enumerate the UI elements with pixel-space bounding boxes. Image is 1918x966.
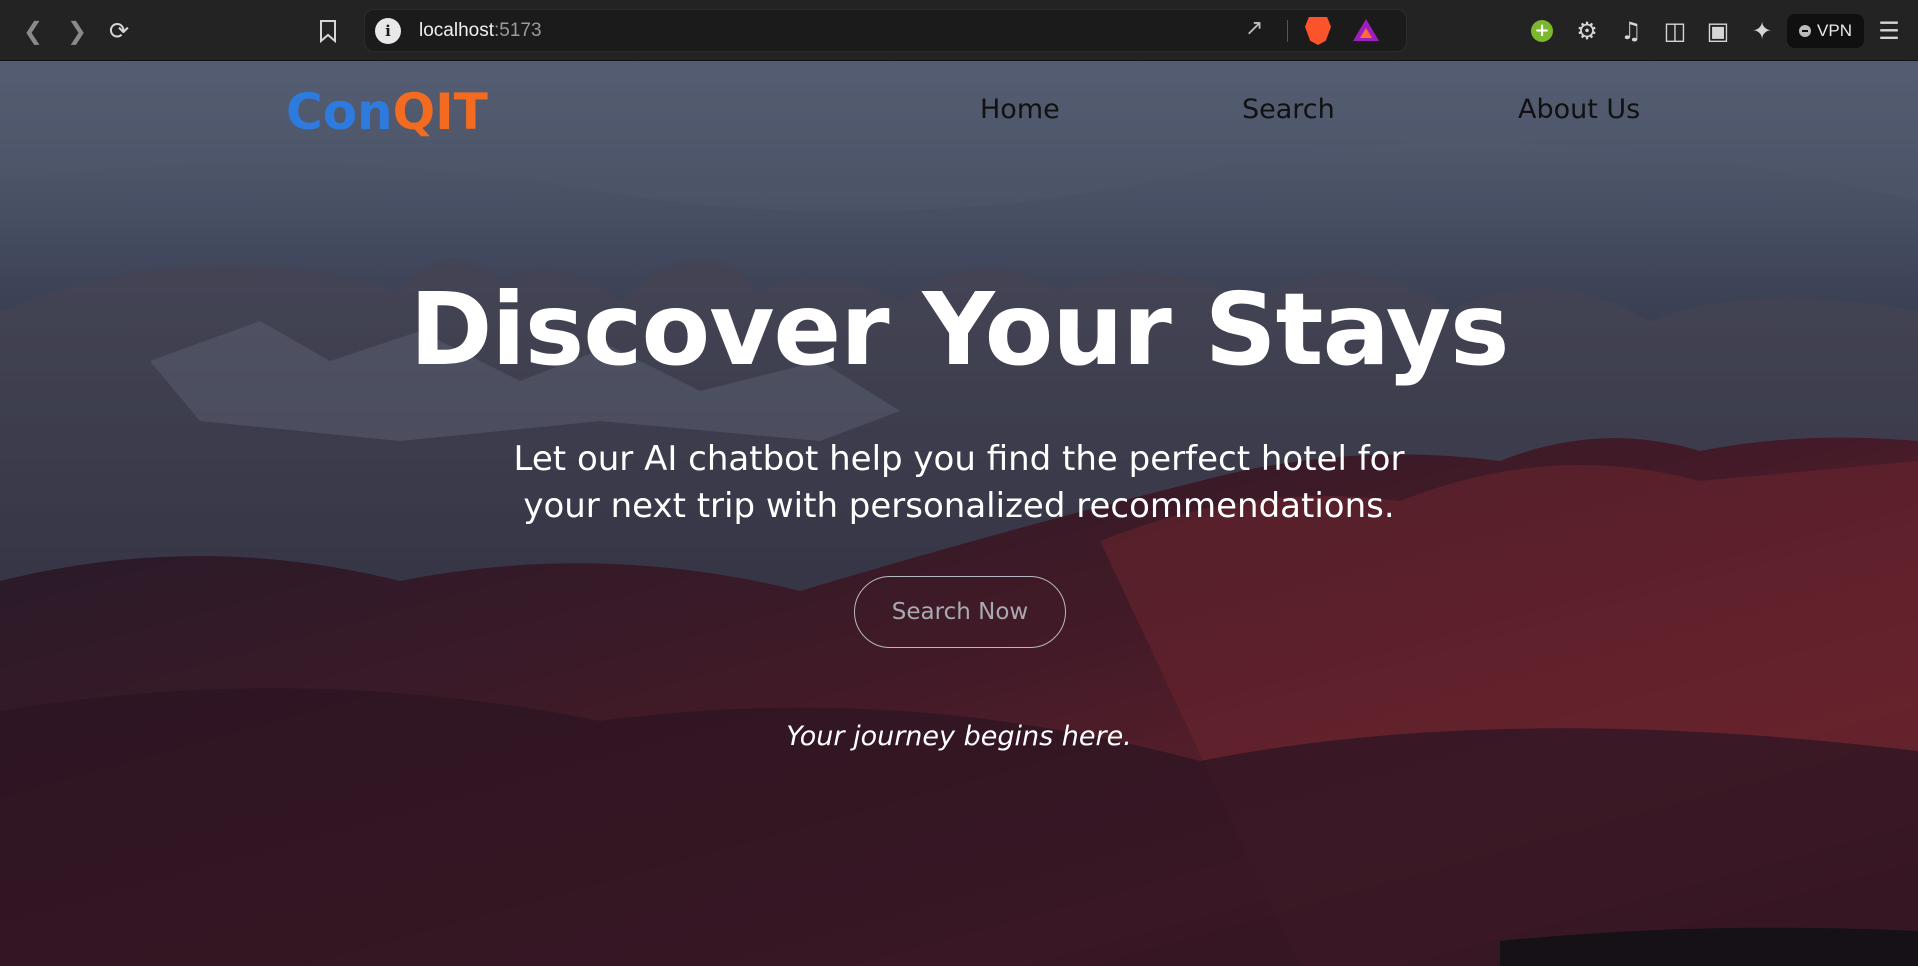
search-now-button[interactable]: Search Now [854,576,1066,648]
forward-icon[interactable]: ❯ [62,0,92,61]
hero-title: Discover Your Stays [409,271,1509,388]
nav-link-home[interactable]: Home [980,94,1060,125]
hero-section: ConQIT Home Search About Us Discover You… [0,61,1918,966]
vpn-status-icon [1799,25,1812,37]
hero-subtitle-line-2: your next trip with personalized recomme… [523,486,1395,526]
menu-icon[interactable]: ☰ [1874,0,1904,61]
hero-subtitle-line-1: Let our AI chatbot help you find the per… [513,439,1405,479]
vpn-label: VPN [1817,21,1852,40]
divider [1287,20,1288,42]
wallet-icon[interactable]: ▣ [1703,0,1733,61]
hero-tagline: Your journey begins here. [786,721,1132,752]
back-icon[interactable]: ❮ [18,0,48,61]
site-info-icon[interactable]: i [375,18,401,44]
share-icon[interactable]: ↗ [1245,16,1263,41]
leo-ai-icon[interactable]: ✦ [1747,0,1777,61]
hero-subtitle: Let our AI chatbot help you find the per… [459,436,1459,530]
nav-link-about-us[interactable]: About Us [1518,94,1640,125]
sidebar-toggle-icon[interactable]: ◫ [1660,0,1690,61]
site-navbar: ConQIT Home Search About Us [0,61,1918,171]
brave-shields-icon[interactable] [1305,17,1331,45]
bookmark-icon[interactable] [313,0,343,61]
extension-plus-icon[interactable]: + [1531,20,1553,42]
address-bar[interactable]: i localhost:5173 ↗ [364,9,1407,52]
site-logo[interactable]: ConQIT [286,83,488,141]
media-music-icon[interactable]: ♫ [1616,0,1646,61]
nav-link-search[interactable]: Search [1242,94,1335,125]
browser-toolbar: ❮ ❯ ⟳ i localhost:5173 ↗ + ⚙ ♫ ◫ ▣ ✦ VPN… [0,0,1918,61]
brave-rewards-icon[interactable] [1353,19,1379,41]
url-text[interactable]: localhost:5173 [419,20,542,42]
extensions-puzzle-icon[interactable]: ⚙ [1572,0,1602,61]
vpn-button[interactable]: VPN [1787,14,1864,48]
reload-icon[interactable]: ⟳ [104,0,134,61]
